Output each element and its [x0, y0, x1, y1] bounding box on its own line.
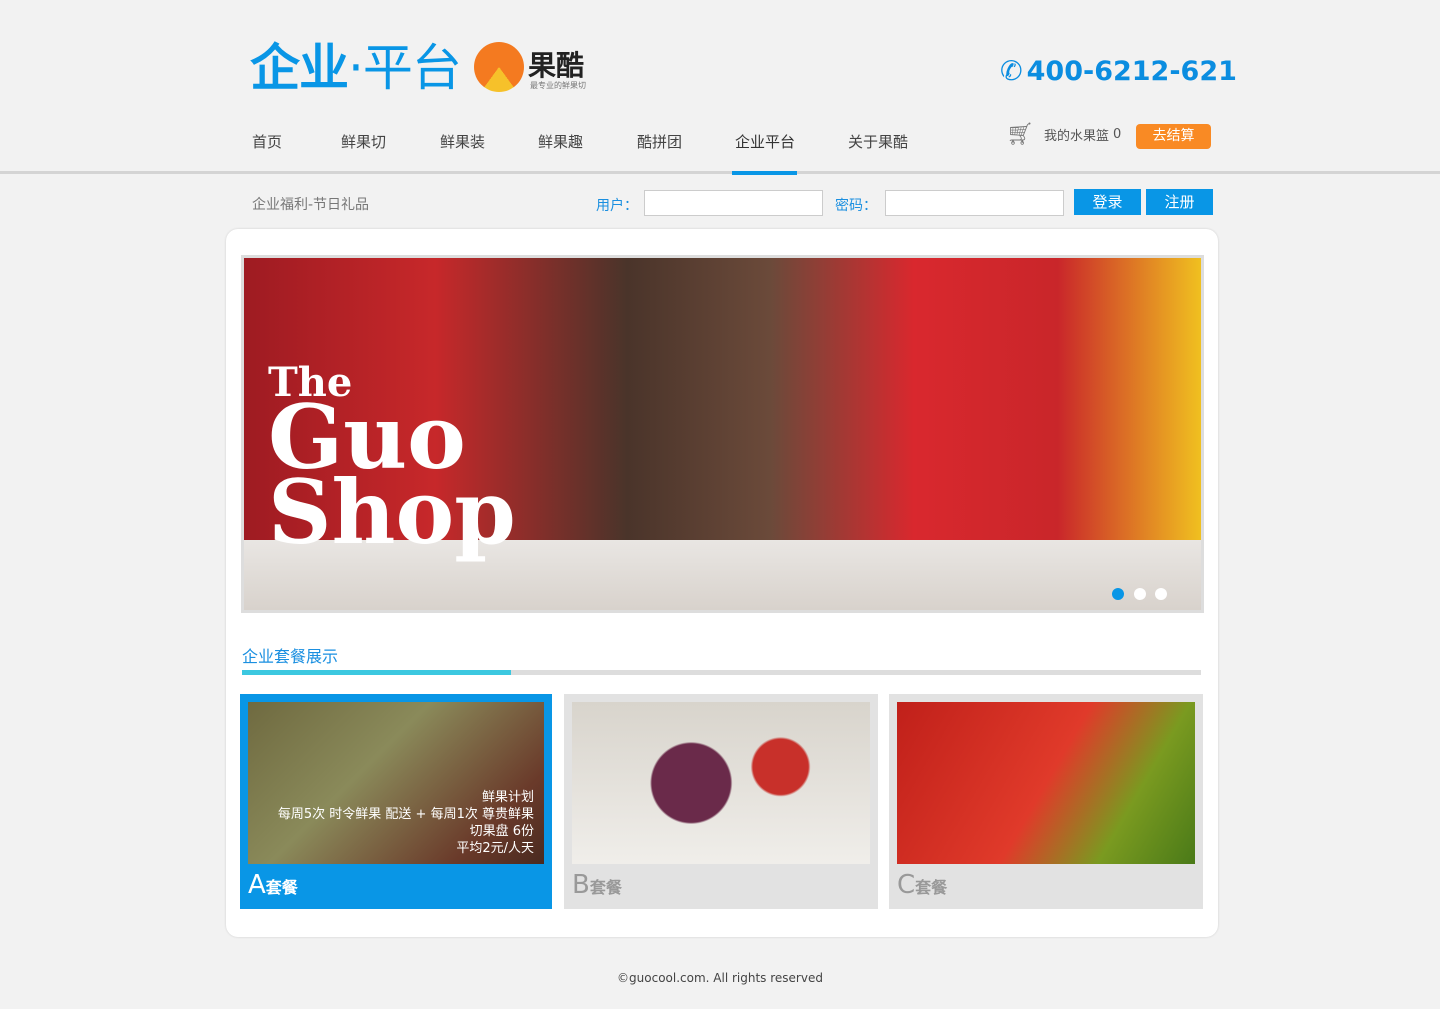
section-bar	[242, 670, 1201, 675]
package-a-desc: 鲜果计划每周5次 时令鲜果 配送 + 每周1次 尊贵鲜果切果盘 6份平均2元/人…	[278, 789, 534, 857]
banner-line3: Shop	[268, 459, 516, 564]
section-bar-fill	[242, 670, 511, 675]
desc-line: 每周5次 时令鲜果 配送 + 每周1次 尊贵鲜果	[277, 807, 534, 822]
section-title: 企业套餐展示	[242, 647, 339, 666]
cart-count: 0	[1112, 127, 1122, 142]
banner-text: The Guo Shop	[268, 363, 516, 564]
title-dot: ·	[348, 39, 364, 97]
nav-fresh-pack[interactable]: 鲜果装	[440, 130, 485, 154]
nav-home[interactable]: 首页	[252, 130, 282, 154]
password-label: 密码：	[835, 198, 877, 214]
package-c-label: C套餐	[897, 870, 947, 900]
package-letter: A	[248, 870, 266, 900]
carousel-dot-2[interactable]	[1134, 588, 1146, 600]
nav-enterprise[interactable]: 企业平台	[735, 130, 795, 154]
checkout-button[interactable]: 去结算	[1136, 124, 1211, 149]
carousel-dot-1[interactable]	[1112, 588, 1124, 600]
package-c-image	[897, 702, 1195, 864]
brand-name: 果酷	[528, 49, 585, 82]
platform-title: 企业·平台	[250, 36, 462, 100]
nav-group-buy[interactable]: 酷拼团	[637, 130, 682, 154]
desc-line: 鲜果计划	[481, 790, 534, 805]
carousel-dot-3[interactable]	[1155, 588, 1167, 600]
desc-line: 切果盘 6份	[469, 824, 534, 839]
package-letter: B	[572, 870, 590, 900]
nav-about[interactable]: 关于果酷	[848, 130, 908, 154]
package-b[interactable]: B套餐	[564, 694, 878, 909]
password-input[interactable]	[885, 190, 1064, 216]
user-label: 用户：	[596, 198, 638, 214]
phone-number: ✆ 400-6212-621	[1000, 56, 1237, 87]
nav-divider	[0, 171, 1440, 174]
register-button[interactable]: 注册	[1146, 189, 1213, 215]
title-bold: 企业	[250, 39, 349, 97]
package-b-label: B套餐	[572, 870, 622, 900]
title-light: 平台	[362, 39, 462, 97]
brand-tagline: 最专业的鲜果切	[530, 81, 586, 90]
footer-copyright: ©guocool.com. All rights reserved	[617, 971, 823, 985]
nav-fresh-fun[interactable]: 鲜果趣	[538, 130, 583, 154]
nav-fresh-cut[interactable]: 鲜果切	[341, 130, 386, 154]
package-suffix: 套餐	[915, 878, 948, 897]
cart-icon: 🛒︎	[1006, 122, 1034, 147]
package-letter: C	[897, 870, 916, 900]
phone-text: 400-6212-621	[1026, 56, 1237, 87]
orange-logo-icon	[474, 42, 524, 92]
package-c[interactable]: C套餐	[889, 694, 1203, 909]
cart-label: 我的水果篮	[1043, 129, 1109, 144]
package-a[interactable]: 鲜果计划每周5次 时令鲜果 配送 + 每周1次 尊贵鲜果切果盘 6份平均2元/人…	[240, 694, 552, 909]
package-suffix: 套餐	[265, 878, 298, 897]
package-a-label: A套餐	[248, 870, 298, 900]
brand-logo[interactable]: 果酷 最专业的鲜果切	[474, 34, 604, 96]
nav-active-indicator	[732, 171, 797, 175]
banner-carousel[interactable]: The Guo Shop	[241, 255, 1204, 613]
package-b-image	[572, 702, 870, 864]
login-button[interactable]: 登录	[1074, 189, 1141, 215]
cart[interactable]: 🛒︎ 我的水果篮 0	[1006, 122, 1121, 147]
phone-icon: ✆	[1000, 56, 1023, 87]
package-suffix: 套餐	[589, 878, 622, 897]
user-input[interactable]	[644, 190, 823, 216]
breadcrumb: 企业福利-节日礼品	[252, 197, 370, 213]
desc-line: 平均2元/人天	[456, 841, 534, 856]
